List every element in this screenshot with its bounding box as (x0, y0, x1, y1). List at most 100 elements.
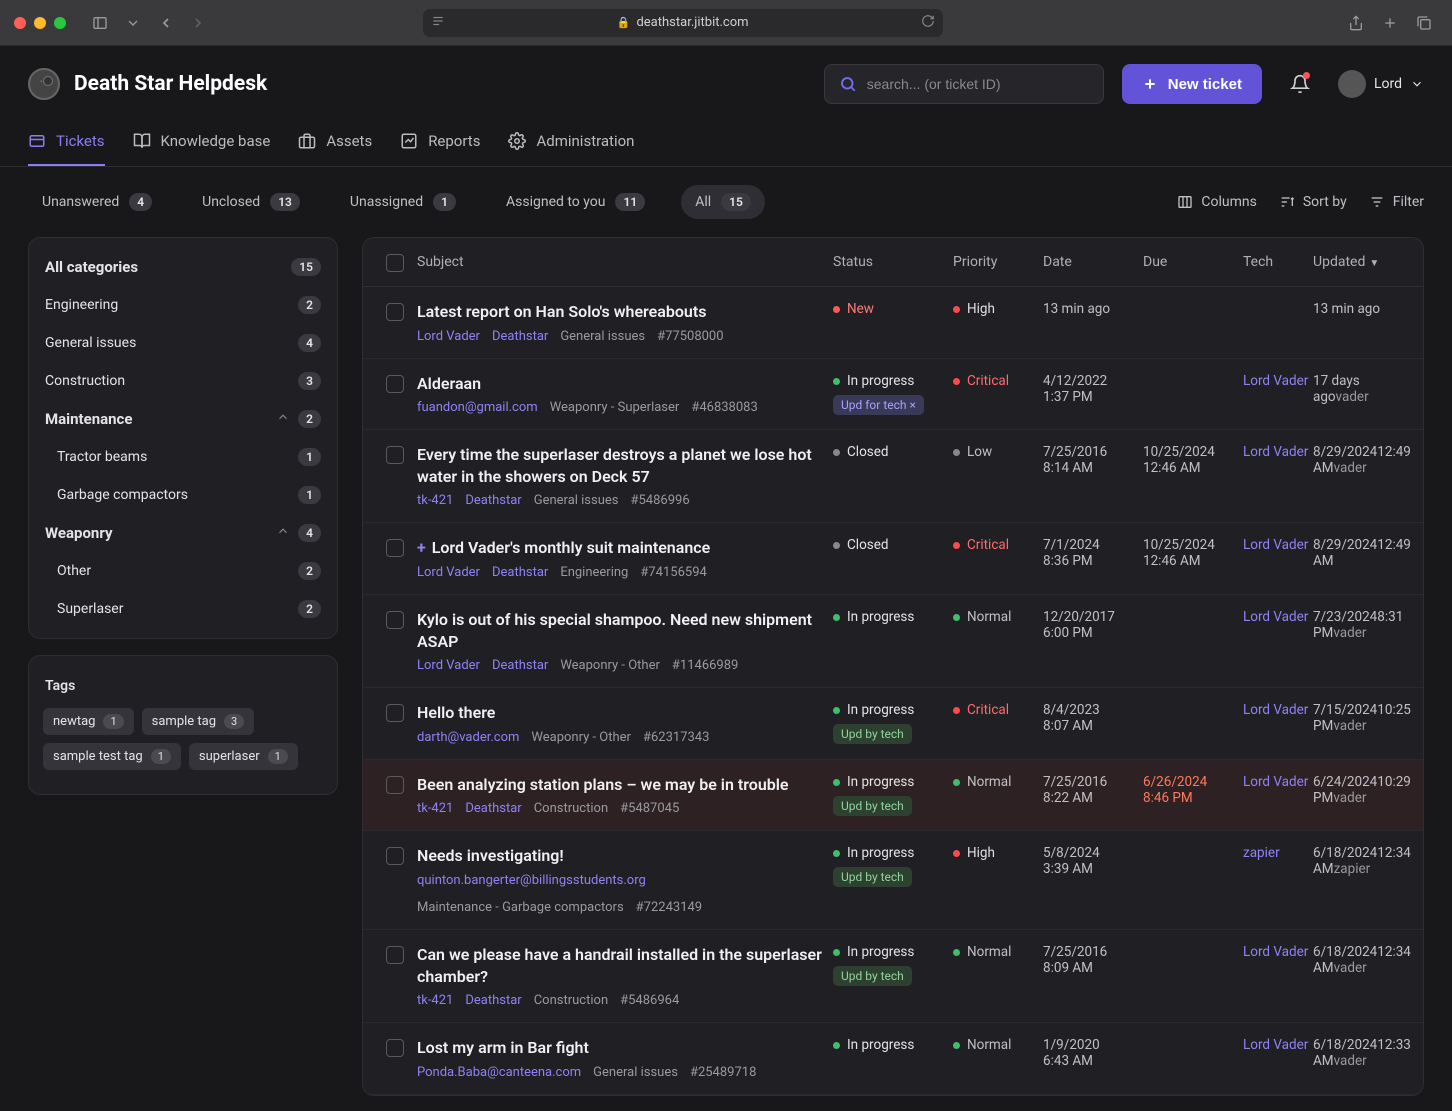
row-checkbox[interactable] (386, 375, 404, 393)
tab-reports[interactable]: Reports (400, 118, 480, 166)
ticket-from[interactable]: Lord Vader (417, 329, 480, 344)
sidebar: All categories 15 Engineering2General is… (28, 237, 338, 811)
reader-mode-icon[interactable] (431, 14, 445, 32)
maximize-window[interactable] (54, 17, 66, 29)
row-checkbox[interactable] (386, 946, 404, 964)
ticket-row[interactable]: Every time the superlaser destroys a pla… (363, 430, 1423, 523)
row-checkbox[interactable] (386, 611, 404, 629)
new-tab-icon[interactable] (1376, 9, 1404, 37)
tab-tickets[interactable]: Tickets (28, 118, 105, 166)
ticket-from[interactable]: tk-421 (417, 493, 453, 508)
category-subitem[interactable]: Tractor beams1 (29, 438, 337, 476)
url-bar[interactable]: 🔒 deathstar.jitbit.com (423, 9, 943, 37)
tab-kb[interactable]: Knowledge base (133, 118, 271, 166)
category-all[interactable]: All categories 15 (29, 248, 337, 286)
category-item[interactable]: Construction3 (29, 362, 337, 400)
row-checkbox[interactable] (386, 1039, 404, 1057)
ticket-status: In progressUpd for tech × (833, 373, 953, 415)
category-item[interactable]: Maintenance2 (29, 400, 337, 438)
row-checkbox[interactable] (386, 303, 404, 321)
ticket-row[interactable]: Kylo is out of his special shampoo. Need… (363, 595, 1423, 688)
sub-status-badge[interactable]: Upd by tech (833, 867, 912, 887)
filter-all[interactable]: All15 (681, 185, 765, 219)
ticket-from[interactable]: fuandon@gmail.com (417, 400, 538, 415)
ticket-company[interactable]: Deathstar (465, 993, 521, 1008)
ticket-row[interactable]: Been analyzing station plans – we may be… (363, 760, 1423, 832)
ticket-from[interactable]: tk-421 (417, 801, 453, 816)
col-subject[interactable]: Subject (417, 254, 833, 270)
close-window[interactable] (14, 17, 26, 29)
row-checkbox[interactable] (386, 704, 404, 722)
filter-unassigned[interactable]: Unassigned1 (336, 185, 470, 219)
tag-chip[interactable]: sample tag3 (142, 708, 255, 735)
row-checkbox[interactable] (386, 847, 404, 865)
ticket-row[interactable]: +Lord Vader's monthly suit maintenanceLo… (363, 523, 1423, 595)
row-checkbox[interactable] (386, 539, 404, 557)
search-box[interactable] (824, 64, 1104, 104)
ticket-from[interactable]: Ponda.Baba@canteena.com (417, 1065, 581, 1080)
ticket-company[interactable]: Deathstar (465, 493, 521, 508)
minimize-window[interactable] (34, 17, 46, 29)
sort-desc-icon: ▼ (1369, 258, 1379, 269)
notifications-button[interactable] (1280, 64, 1320, 104)
category-subitem[interactable]: Superlaser2 (29, 590, 337, 628)
tag-chip[interactable]: sample test tag1 (43, 743, 181, 770)
ticket-from[interactable]: darth@vader.com (417, 730, 519, 745)
filter-unanswered[interactable]: Unanswered4 (28, 185, 166, 219)
col-updated[interactable]: Updated▼ (1313, 254, 1413, 270)
ticket-row[interactable]: Needs investigating!quinton.bangerter@bi… (363, 831, 1423, 930)
filter-button[interactable]: Filter (1369, 194, 1424, 210)
user-menu[interactable]: Lord (1338, 70, 1424, 98)
col-tech[interactable]: Tech (1243, 254, 1313, 270)
sort-button[interactable]: Sort by (1279, 194, 1347, 210)
sidebar-toggle-icon[interactable] (86, 9, 114, 37)
columns-button[interactable]: Columns (1177, 194, 1256, 210)
ticket-from[interactable]: tk-421 (417, 993, 453, 1008)
brand[interactable]: Death Star Helpdesk (28, 68, 267, 100)
select-all-checkbox[interactable] (386, 254, 404, 272)
chevron-down-icon[interactable] (124, 9, 142, 37)
ticket-row[interactable]: Lost my arm in Bar fightPonda.Baba@cante… (363, 1023, 1423, 1095)
search-input[interactable] (867, 76, 1089, 92)
sub-status-badge[interactable]: Upd by tech (833, 966, 912, 986)
tab-assets[interactable]: Assets (298, 118, 372, 166)
col-date[interactable]: Date (1043, 254, 1143, 270)
filter-assigned[interactable]: Assigned to you11 (492, 185, 659, 219)
col-due[interactable]: Due (1143, 254, 1243, 270)
tag-chip[interactable]: superlaser1 (189, 743, 298, 770)
ticket-from[interactable]: quinton.bangerter@billingsstudents.org (417, 873, 646, 888)
category-item[interactable]: Weaponry4 (29, 514, 337, 552)
ticket-from[interactable]: Lord Vader (417, 565, 480, 580)
ticket-title: Been analyzing station plans – we may be… (417, 774, 833, 796)
col-status[interactable]: Status (833, 254, 953, 270)
filter-unclosed[interactable]: Unclosed13 (188, 185, 314, 219)
ticket-row[interactable]: Hello theredarth@vader.comWeaponry - Oth… (363, 688, 1423, 760)
row-checkbox[interactable] (386, 776, 404, 794)
reload-icon[interactable] (921, 14, 935, 32)
tab-admin[interactable]: Administration (508, 118, 634, 166)
back-button[interactable] (152, 9, 180, 37)
category-item[interactable]: General issues4 (29, 324, 337, 362)
share-icon[interactable] (1342, 9, 1370, 37)
row-checkbox[interactable] (386, 446, 404, 464)
ticket-from[interactable]: Lord Vader (417, 658, 480, 673)
ticket-company[interactable]: Deathstar (492, 329, 548, 344)
ticket-row[interactable]: Latest report on Han Solo's whereaboutsL… (363, 287, 1423, 359)
expand-icon[interactable]: + (417, 538, 426, 557)
sub-status-badge[interactable]: Upd for tech × (833, 395, 924, 415)
ticket-row[interactable]: Can we please have a handrail installed … (363, 930, 1423, 1023)
ticket-company[interactable]: Deathstar (492, 565, 548, 580)
tabs-overview-icon[interactable] (1410, 9, 1438, 37)
ticket-row[interactable]: Alderaanfuandon@gmail.comWeaponry - Supe… (363, 359, 1423, 431)
ticket-company[interactable]: Deathstar (492, 658, 548, 673)
sub-status-badge[interactable]: Upd by tech (833, 724, 912, 744)
new-ticket-button[interactable]: New ticket (1122, 64, 1262, 104)
category-subitem[interactable]: Other2 (29, 552, 337, 590)
tag-chip[interactable]: newtag1 (43, 708, 134, 735)
forward-button[interactable] (184, 9, 212, 37)
ticket-company[interactable]: Deathstar (465, 801, 521, 816)
col-priority[interactable]: Priority (953, 254, 1043, 270)
category-item[interactable]: Engineering2 (29, 286, 337, 324)
sub-status-badge[interactable]: Upd by tech (833, 796, 912, 816)
category-subitem[interactable]: Garbage compactors1 (29, 476, 337, 514)
